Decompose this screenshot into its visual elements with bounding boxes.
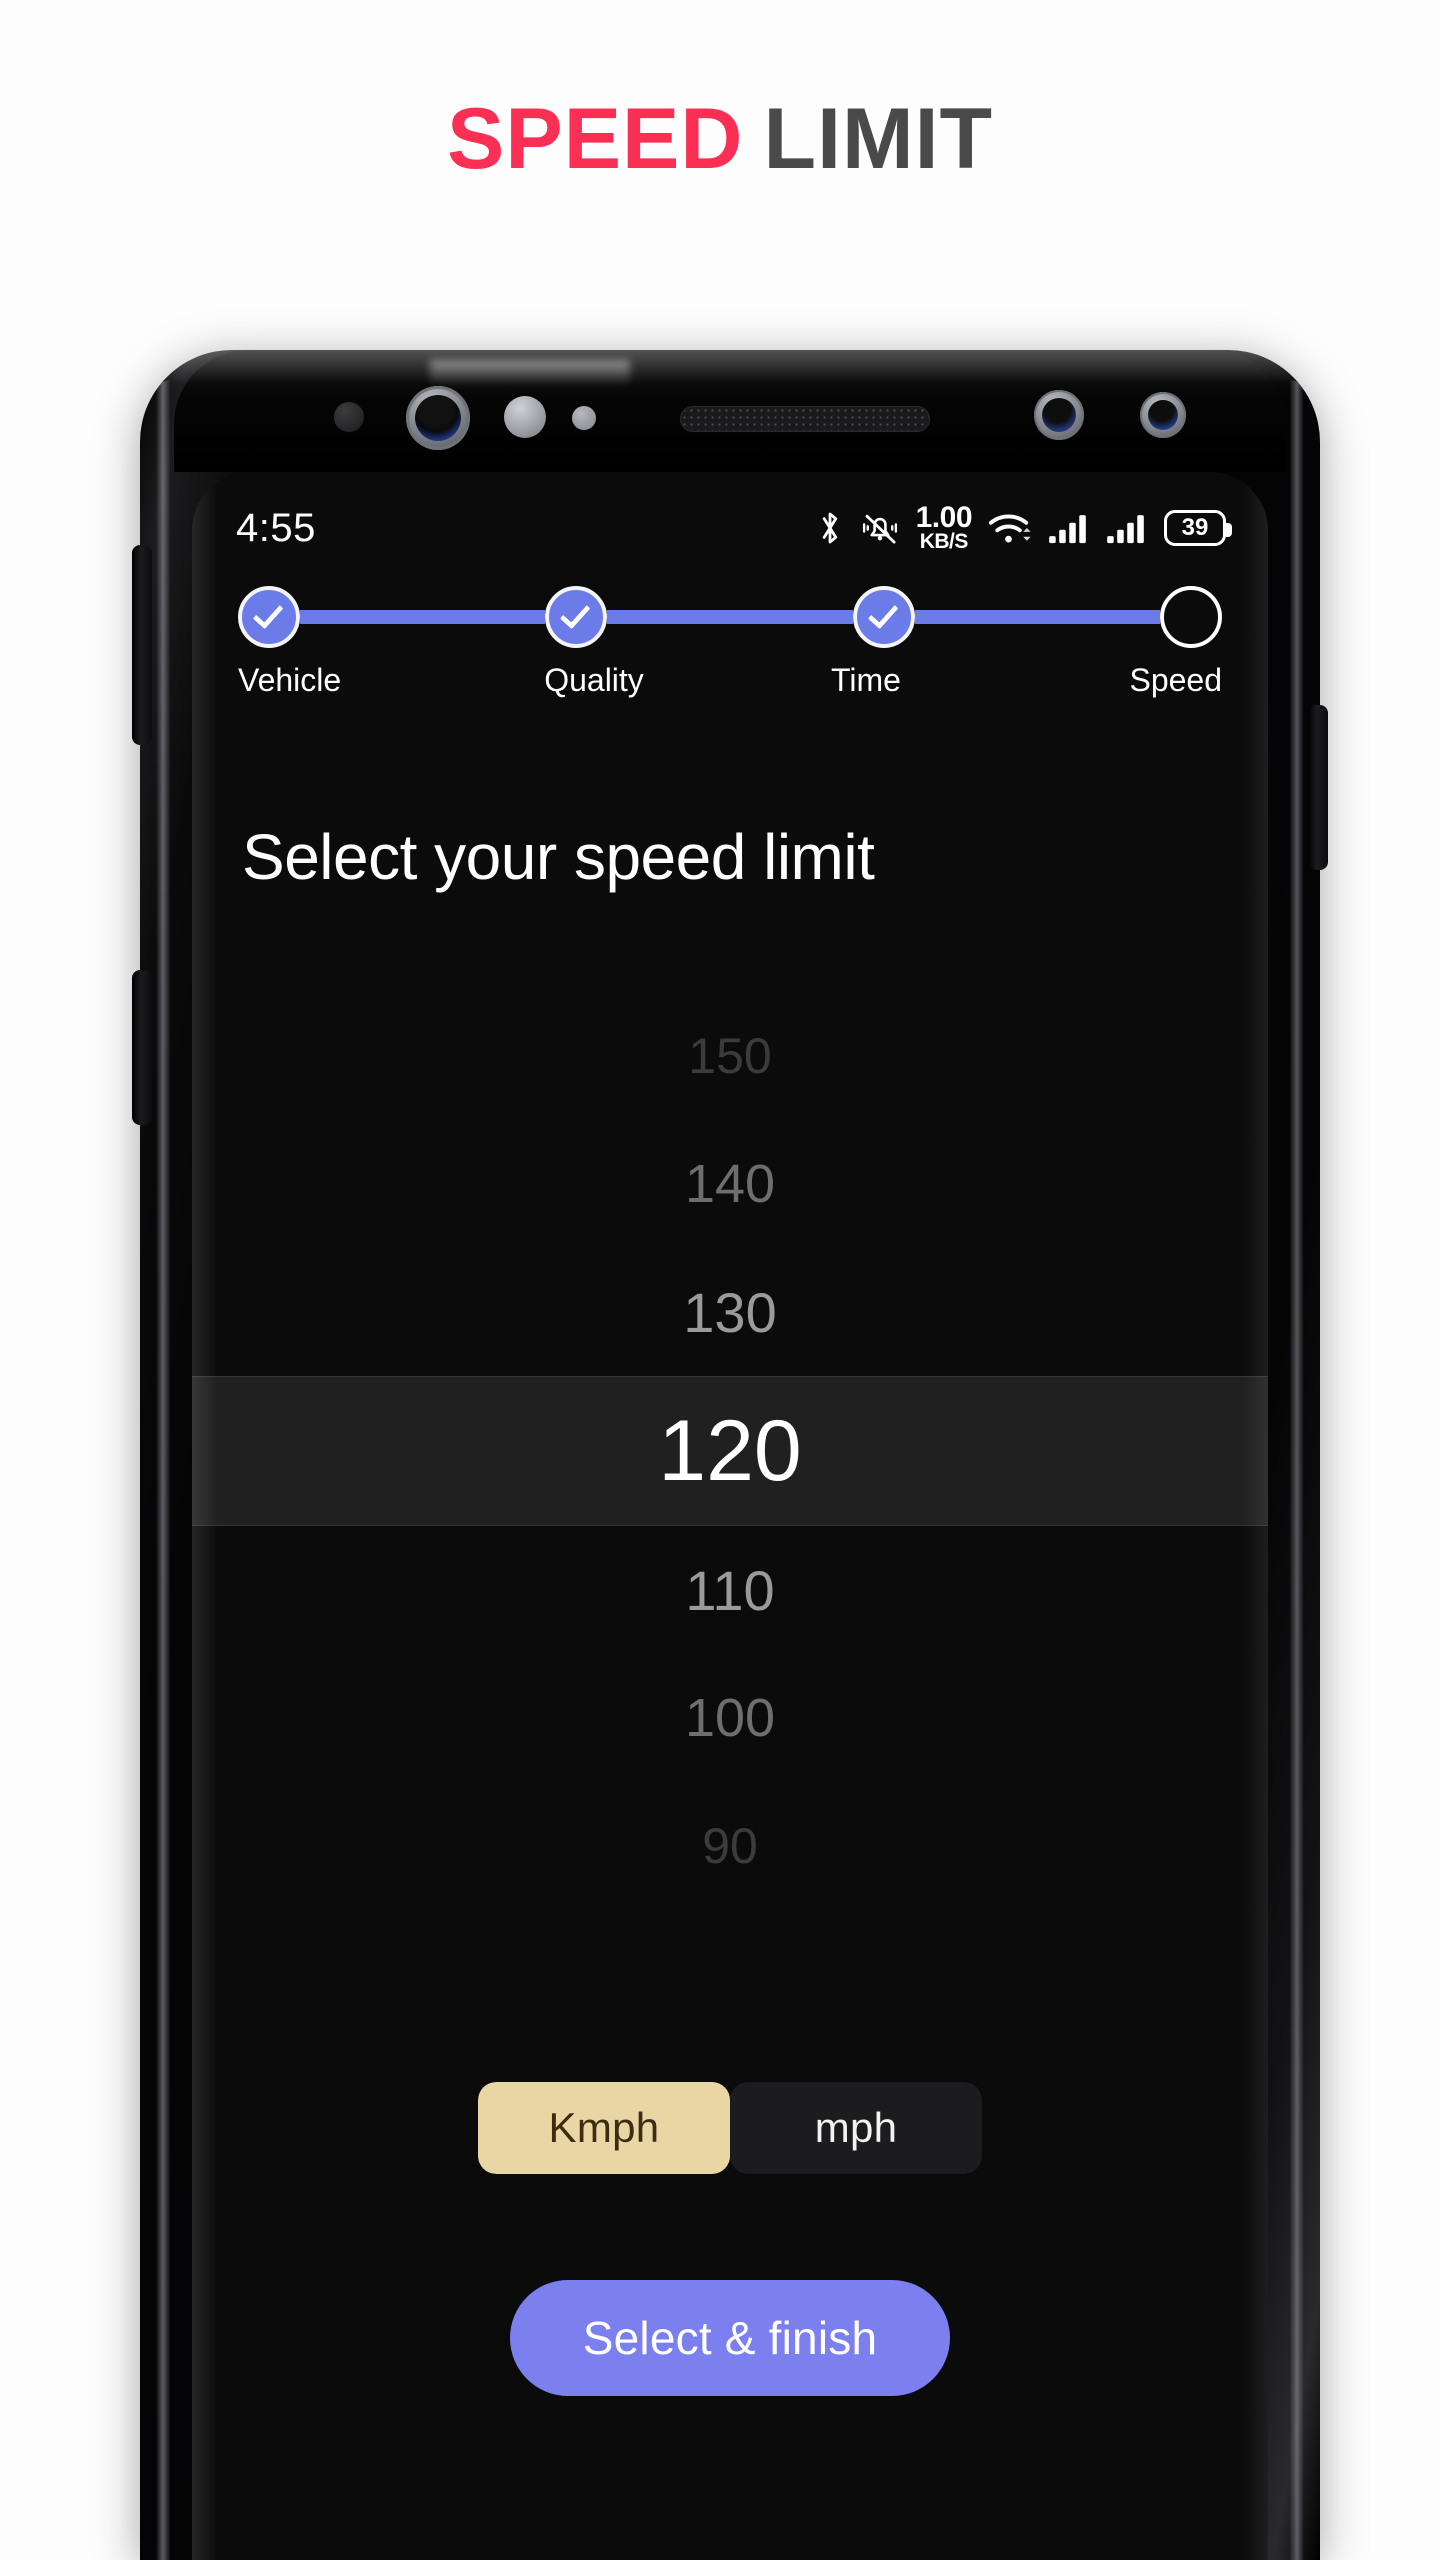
unit-option-mph[interactable]: mph <box>730 2082 982 2174</box>
picker-option[interactable]: 130 <box>192 1248 1268 1376</box>
iris-scanner-icon <box>504 396 546 438</box>
stepper-label-quality: Quality <box>544 662 644 698</box>
progress-stepper: Vehicle Quality Time Speed <box>192 584 1268 744</box>
page-title-accent: SPEED <box>446 91 744 187</box>
stepper-node-quality[interactable] <box>545 586 608 648</box>
signal-sim2-icon <box>1107 515 1144 544</box>
tertiary-camera-icon <box>1140 392 1186 438</box>
picker-option[interactable]: 100 <box>192 1654 1268 1782</box>
picker-option-selected[interactable]: 120 <box>192 1376 1268 1526</box>
volume-button[interactable] <box>132 970 152 1125</box>
picker-option[interactable]: 140 <box>192 1120 1268 1248</box>
picker-option[interactable]: 150 <box>192 992 1268 1120</box>
proximity-sensor-icon <box>572 406 596 430</box>
stepper-node-vehicle[interactable] <box>238 586 300 648</box>
stepper-label-time: Time <box>831 662 901 698</box>
network-speed-indicator: 1.00 KB/S <box>915 500 973 554</box>
stepper-labels: Vehicle Quality Time Speed <box>192 662 1268 699</box>
ir-sensor-icon <box>334 402 364 432</box>
power-button[interactable] <box>1308 705 1328 870</box>
phone-edge-left <box>156 380 170 2560</box>
check-icon <box>867 597 899 630</box>
stepper-connector <box>914 610 1160 624</box>
status-time: 4:55 <box>236 505 316 550</box>
stepper-label-speed: Speed <box>1129 662 1222 698</box>
network-speed-unit: KB/S <box>919 530 969 554</box>
stepper-connector <box>300 610 546 624</box>
speed-picker[interactable]: 150 140 130 120 110 100 90 <box>192 992 1268 1892</box>
phone-mockup: 4:55 1.00 KB/S 39 Vehicle Quality Time S… <box>132 350 1328 2560</box>
status-icons-group: 1.00 KB/S 39 <box>816 500 1232 554</box>
signal-sim1-icon <box>1049 515 1086 544</box>
network-speed-value: 1.00 <box>915 500 973 534</box>
unit-toggle[interactable]: Kmph mph <box>478 2082 982 2174</box>
stepper-node-speed[interactable] <box>1159 586 1222 648</box>
screen-heading: Select your speed limit <box>242 821 875 893</box>
stepper-node-time[interactable] <box>852 586 915 648</box>
page-title-rest: LIMIT <box>763 91 994 187</box>
stepper-track <box>192 584 1268 650</box>
phone-frame: 4:55 1.00 KB/S 39 Vehicle Quality Time S… <box>140 350 1320 2560</box>
vibrate-off-icon <box>862 514 897 544</box>
stepper-label-vehicle: Vehicle <box>238 662 342 698</box>
wifi-icon <box>988 514 1031 543</box>
bixby-button[interactable] <box>132 545 152 745</box>
unit-option-kmph[interactable]: Kmph <box>478 2082 730 2174</box>
front-camera-icon <box>406 386 470 450</box>
phone-top-bezel <box>174 350 1286 472</box>
select-finish-button[interactable]: Select & finish <box>510 2280 950 2396</box>
bluetooth-icon <box>822 512 837 544</box>
picker-option[interactable]: 90 <box>192 1782 1268 1910</box>
stepper-connector <box>607 610 853 624</box>
secondary-camera-icon <box>1034 390 1084 440</box>
picker-option[interactable]: 110 <box>192 1526 1268 1654</box>
phone-edge-right <box>1290 380 1304 2560</box>
phone-screen: 4:55 1.00 KB/S 39 Vehicle Quality Time S… <box>192 472 1268 2560</box>
check-icon <box>560 597 591 630</box>
earpiece-speaker-icon <box>680 406 930 432</box>
page-title: SPEED LIMIT <box>0 96 1440 182</box>
check-icon <box>252 597 284 630</box>
status-bar: 4:55 1.00 KB/S 39 <box>192 472 1268 568</box>
battery-icon: 39 <box>1164 509 1232 546</box>
battery-level-label: 39 <box>1181 513 1209 541</box>
